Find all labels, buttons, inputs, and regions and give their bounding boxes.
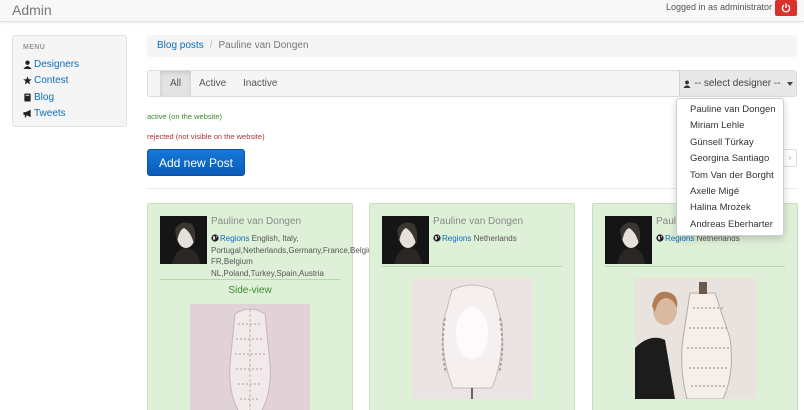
dropdown-item[interactable]: Georgina Santiago: [677, 151, 783, 167]
dropdown-item[interactable]: Pauline van Dongen: [677, 102, 783, 118]
menu-heading: MENU: [23, 44, 46, 51]
breadcrumb-separator: /: [209, 40, 213, 51]
tab-all[interactable]: All: [160, 71, 192, 96]
post-card[interactable]: Pauline van Dongen Regions Netherlands: [369, 203, 575, 410]
breadcrumb-blog-posts[interactable]: Blog posts: [157, 40, 204, 52]
card-divider: [605, 266, 785, 267]
regions-label[interactable]: Regions: [220, 234, 249, 243]
sidebar-item-tweets[interactable]: Tweets: [23, 106, 116, 123]
globe-icon: [656, 234, 664, 242]
card-divider: [382, 266, 562, 267]
top-navbar: Admin Logged in as administrator: [0, 0, 804, 22]
tab-inactive[interactable]: Inactive: [233, 71, 287, 96]
sidebar-item-designers[interactable]: Designers: [23, 56, 116, 73]
dropdown-item[interactable]: Miriam Lehle: [677, 118, 783, 134]
regions-list: Netherlands: [473, 234, 517, 243]
designer-avatar: [160, 216, 207, 264]
dropdown-item[interactable]: Halina Mrożek: [677, 200, 783, 216]
star-icon: [23, 76, 32, 85]
legend-rejected: rejected (not visible on the website): [147, 132, 265, 141]
designer-dropdown-menu: Pauline van Dongen Miriam Lehle Günsell …: [676, 98, 784, 236]
tab-active[interactable]: Active: [189, 71, 236, 96]
add-new-post-button[interactable]: Add new Post: [147, 149, 245, 176]
regions-label[interactable]: Regions: [442, 234, 471, 243]
designer-select-label: -- select designer --: [694, 78, 781, 89]
logged-in-status: Logged in as administrator: [665, 2, 772, 12]
breadcrumb-current: Pauline van Dongen: [218, 40, 309, 51]
dropdown-item[interactable]: Axelle Migé: [677, 184, 783, 200]
regions-info: Regions English, Italy, Portugal,Netherl…: [211, 233, 379, 279]
sidebar-item-label: Tweets: [34, 108, 66, 120]
logout-button[interactable]: [775, 0, 797, 16]
sidebar-item-label: Blog: [34, 91, 55, 103]
globe-icon: [211, 234, 219, 242]
designer-avatar: [605, 216, 652, 264]
dropdown-item[interactable]: Günsell Türkay: [677, 135, 783, 151]
post-title[interactable]: Side-view: [148, 285, 352, 296]
post-image[interactable]: [635, 278, 756, 399]
user-icon: [683, 79, 692, 88]
filter-bar: All Active Inactive -- select designer -…: [147, 70, 797, 97]
sidebar-item-contest[interactable]: Contest: [23, 73, 116, 90]
legend-active: active (on the website): [147, 112, 223, 121]
user-icon: [23, 60, 32, 69]
sidebar-item-label: Designers: [34, 58, 80, 70]
dropdown-item[interactable]: Tom Van der Borght: [677, 168, 783, 184]
post-image[interactable]: [412, 278, 533, 399]
pager-next-button[interactable]: ›: [783, 149, 797, 167]
sidebar-menu: MENU Designers Contest Blog Tweets: [12, 35, 127, 127]
designer-avatar: [382, 216, 429, 264]
post-image[interactable]: [190, 304, 310, 410]
bullhorn-icon: [23, 109, 31, 118]
book-icon: [24, 93, 31, 102]
sidebar-item-label: Contest: [34, 75, 69, 87]
post-card[interactable]: Pauline van Dongen Regions English, Ital…: [147, 203, 379, 410]
card-divider: [160, 279, 340, 280]
regions-info: Regions Netherlands: [433, 233, 573, 245]
dropdown-item[interactable]: Andreas Eberharter: [677, 217, 783, 233]
globe-icon: [433, 234, 441, 242]
power-icon: [781, 3, 791, 13]
app-brand[interactable]: Admin: [12, 2, 52, 18]
designer-name[interactable]: Pauline van Dongen: [211, 216, 301, 227]
breadcrumb: Blog posts / Pauline van Dongen: [147, 35, 797, 57]
caret-down-icon: [786, 81, 793, 86]
designer-name[interactable]: Pauline van Dongen: [433, 216, 523, 227]
sidebar-item-blog[interactable]: Blog: [23, 89, 116, 106]
designer-select-button[interactable]: -- select designer --: [679, 71, 796, 96]
